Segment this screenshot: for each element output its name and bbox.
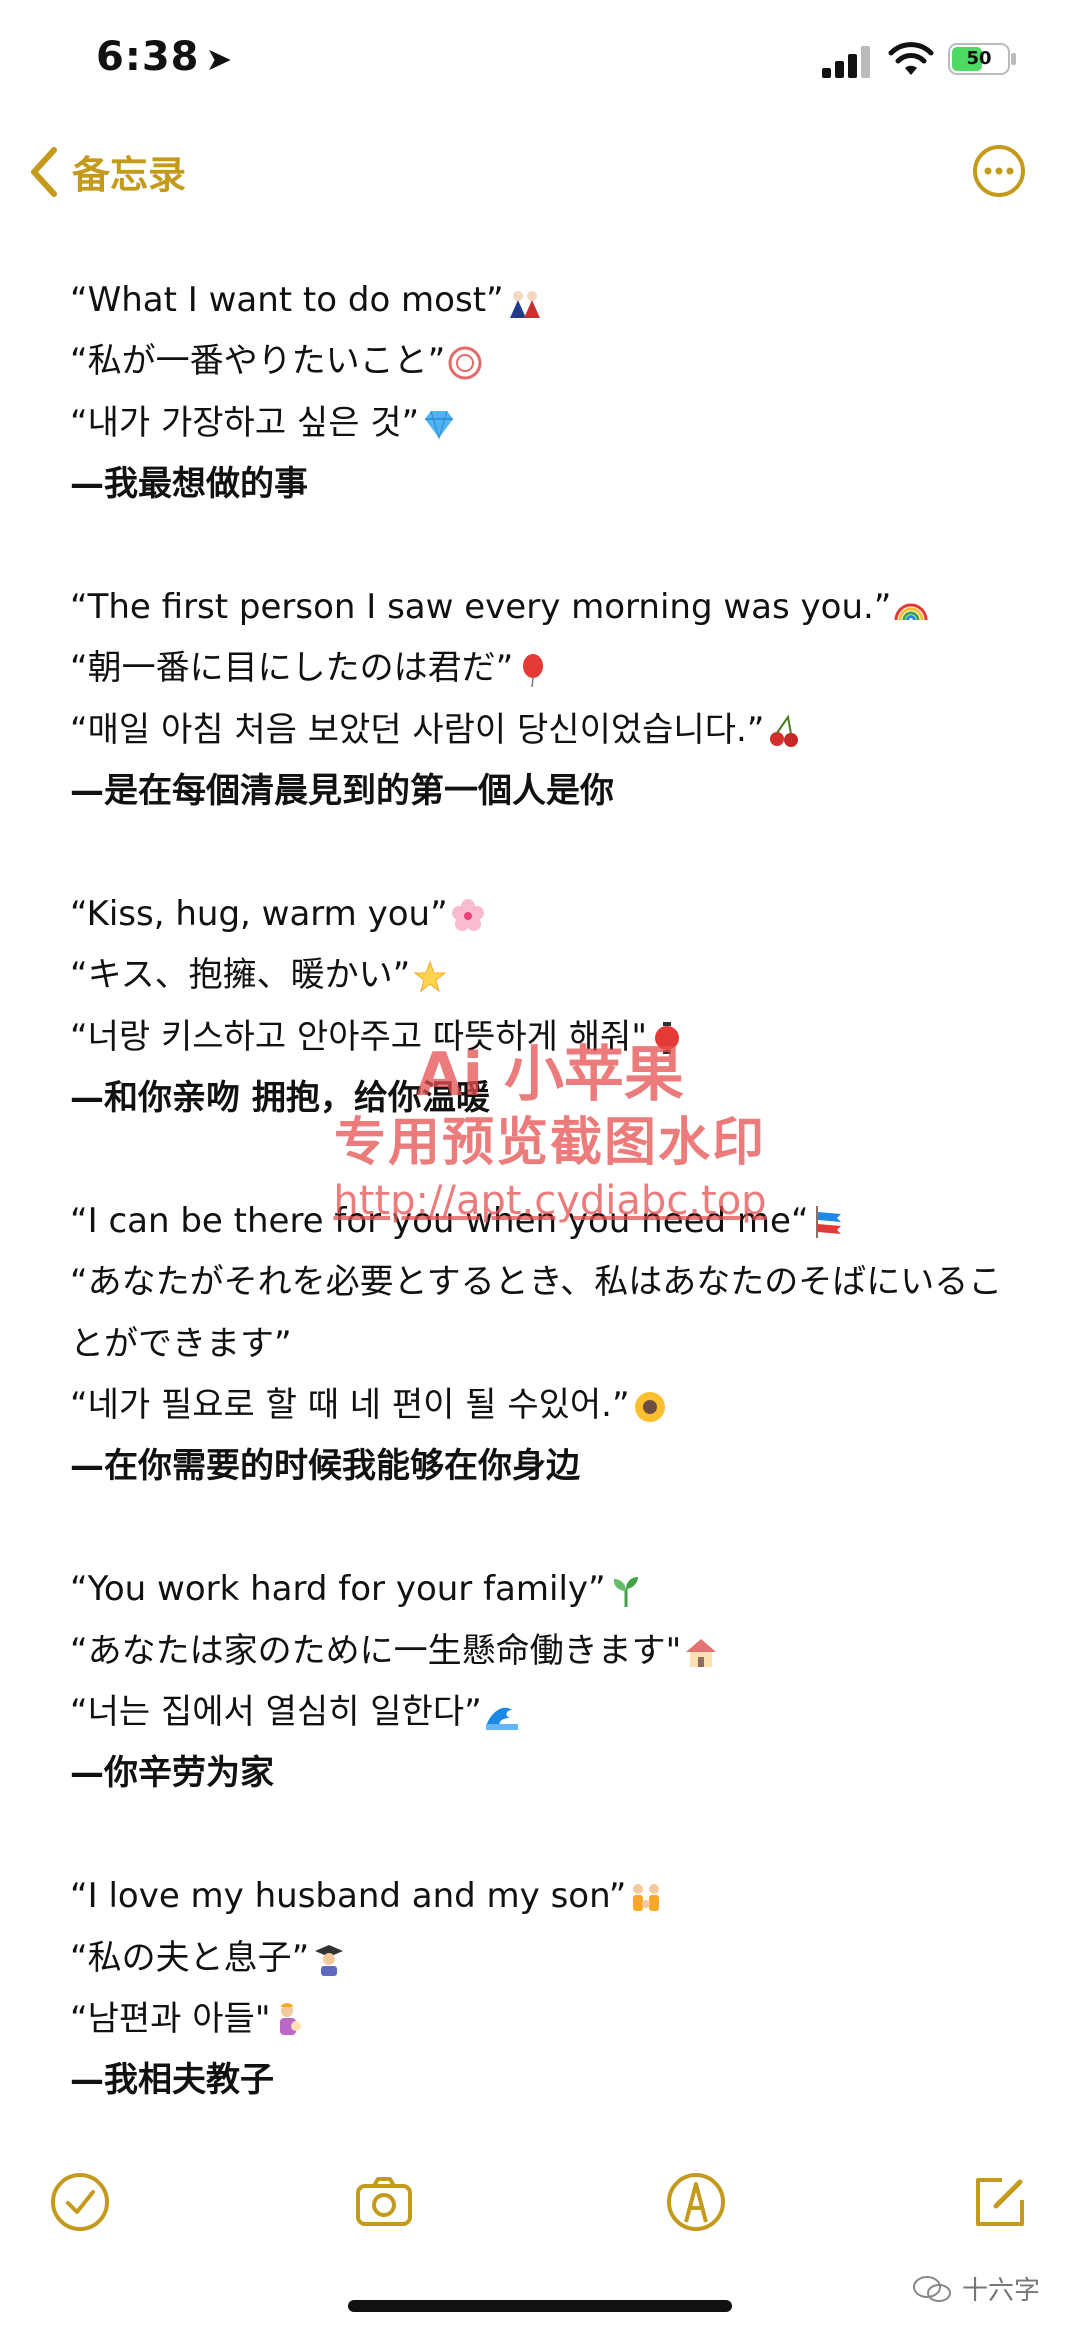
note-line-text: “네가 필요로 할 때 네 편이 될 수있어.” [70,1385,630,1426]
note-line-text: “남편과 아들" [70,1998,271,2039]
note-line-text: “너랑 키스하고 안아주고 따뜻하게 해줘" [70,1016,647,1057]
graduate-icon [315,1945,344,1977]
house-icon [686,1639,717,1668]
note-blank-line[interactable] [70,1805,1030,1866]
note-line-text: —我最想做的事 [70,464,308,505]
note-line[interactable]: “Kiss, hug, warm you” [70,884,1030,945]
cherry-blossom-icon [451,899,484,932]
note-line[interactable]: “あなたは家のために一生懸命働きます" [70,1621,1030,1682]
navigation-bar: 备忘录 [0,130,1080,220]
note-line-text: “私の夫と息子” [70,1937,310,1978]
note-line-text: “너는 집에서 열심히 일한다” [70,1692,482,1733]
note-line-text: “I can be there for you when you need me… [70,1200,809,1241]
more-options-icon[interactable] [972,144,1026,198]
note-line-text: “매일 아침 처음 보았던 사람이 당신이었습니다.” [70,709,765,750]
gem-icon [425,411,454,441]
note-line-text: “私が一番やりたいこと” [70,341,446,382]
bottom-toolbar [0,2160,1080,2270]
note-line[interactable]: —是在每個清晨見到的第一個人是你 [70,761,1030,822]
note-line-text: “What I want to do most” [70,280,504,320]
note-line-text: “Kiss, hug, warm you” [70,893,448,934]
note-line-text: “あなたがそれを必要とするとき、私はあなたのそばにいることができます” [70,1262,1003,1364]
note-line-text: “キス、抱擁、暖かい” [70,955,411,996]
note-line[interactable]: —在你需要的时候我能够在你身边 [70,1436,1030,1497]
note-line[interactable]: “내가 가장하고 싶은 것” [70,393,1030,454]
cherries-icon [770,714,799,748]
note-line[interactable]: “What I want to do most” [70,270,1030,331]
mother-baby-icon [280,2003,302,2036]
seedling-icon [613,1576,638,1607]
note-line[interactable]: —和你亲吻 拥抱，给你温暖 [70,1068,1030,1129]
note-blank-line[interactable] [70,516,1030,577]
note-blank-line[interactable] [70,1129,1030,1190]
note-line[interactable]: “너랑 키스하고 안아주고 따뜻하게 해줘" [70,1007,1030,1068]
rainbow-icon [894,604,928,621]
note-blank-line[interactable] [70,823,1030,884]
note-line[interactable]: “あなたがそれを必要とするとき、私はあなたのそばにいることができます” [70,1252,1030,1375]
note-line-text: “朝一番に目にしたのは君だ” [70,648,514,689]
wave-icon [485,1707,518,1730]
note-line[interactable]: “남편과 아들" [70,1989,1030,2050]
balloon-icon [523,653,544,687]
note-line[interactable]: “キス、抱擁、暖かい” [70,945,1030,1006]
note-line[interactable]: “매일 아침 처음 보았던 사람이 당신이었습니다.” [70,700,1030,761]
wechat-source-mark: 十六字 [912,2270,1040,2307]
note-line-text: —和你亲吻 拥抱，给你温暖 [70,1078,490,1119]
back-label: 备忘录 [72,153,187,197]
home-indicator[interactable] [348,2300,732,2312]
note-line[interactable]: —你辛劳为家 [70,1743,1030,1804]
note-line-text: —我相夫教子 [70,2060,274,2101]
location-arrow-icon: ➤ [205,40,234,78]
note-line-text: “The first person I saw every morning wa… [70,586,892,627]
back-button[interactable]: 备忘录 [28,144,186,199]
note-line[interactable]: “You work hard for your family” [70,1559,1030,1620]
wechat-account-label: 十六字 [962,2276,1041,2306]
note-line[interactable]: “네가 필요로 할 때 네 편이 될 수있어.” [70,1375,1030,1436]
carp-streamer-icon [815,1206,841,1239]
note-line-text: “내가 가장하고 싶은 것” [70,402,420,443]
note-content[interactable]: “What I want to do most” “私が一番やりたいこと” “내가 … [70,270,1030,2112]
note-line[interactable]: “私が一番やりたいこと” [70,331,1030,392]
markup-pen-button[interactable] [664,2170,728,2234]
note-line[interactable]: “朝一番に目にしたのは君だ” [70,638,1030,699]
note-line[interactable]: “I can be there for you when you need me… [70,1191,1030,1252]
glowing-star-icon [413,960,447,993]
battery-indicator: 50 [948,42,1018,76]
maru-stamp-icon [448,346,482,380]
note-line[interactable]: —我相夫教子 [70,2050,1030,2111]
note-line-text: —你辛劳为家 [70,1753,274,1794]
note-line[interactable]: “私の夫と息子” [70,1928,1030,1989]
cellular-signal-icon [822,46,870,78]
note-line-text: —是在每個清晨見到的第一個人是你 [70,771,614,812]
note-line-text: “I love my husband and my son” [70,1876,627,1917]
note-line-text: “あなたは家のために一生懸命働きます" [70,1630,682,1671]
status-time: 6:38 ➤ [96,34,233,80]
wechat-icon [913,2275,951,2302]
note-line[interactable]: “I love my husband and my son” [70,1866,1030,1927]
status-bar: 6:38 ➤ 50 [0,0,1080,120]
note-line-text: “You work hard for your family” [70,1569,606,1610]
compose-icon[interactable] [968,2170,1032,2234]
wifi-icon [888,42,934,75]
time-label: 6:38 [96,34,200,80]
camera-button[interactable] [352,2170,416,2234]
note-blank-line[interactable] [70,1498,1030,1559]
sunflower-icon [634,1391,665,1422]
note-line[interactable]: “너는 집에서 열심히 일한다” [70,1682,1030,1743]
family-icon [633,1883,660,1911]
chevron-left-icon [31,146,57,197]
note-line[interactable]: “The first person I saw every morning wa… [70,577,1030,638]
kimono-dolls-icon [509,290,540,318]
checklist-button[interactable] [48,2170,112,2234]
note-line-text: —在你需要的时候我能够在你身边 [70,1446,580,1487]
red-lantern-icon [654,1022,679,1055]
battery-percent: 50 [966,48,992,69]
note-line[interactable]: —我最想做的事 [70,454,1030,515]
